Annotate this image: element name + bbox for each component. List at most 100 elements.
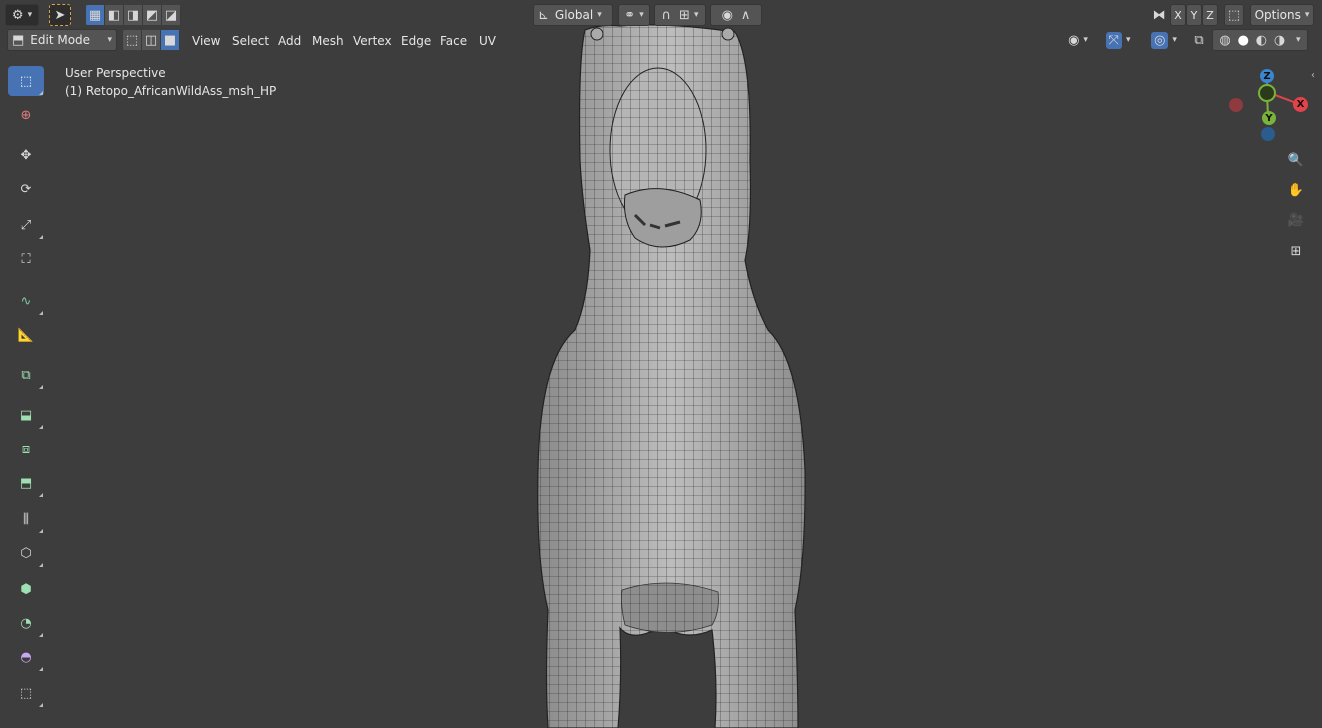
options-dropdown[interactable]: Options ▾ — [1250, 4, 1314, 26]
rendered-shading-icon[interactable]: ◑ — [1274, 34, 1285, 47]
menu-edge[interactable]: Edge — [397, 31, 435, 51]
gizmo-x-axis[interactable]: X — [1293, 97, 1308, 112]
shading-mode-group[interactable]: ◍ ● ◐ ◑ ▾ — [1212, 29, 1308, 51]
orientation-value: Global — [554, 8, 594, 22]
editor-type-button[interactable]: ⚙ ▾ — [5, 4, 39, 26]
select-element-group[interactable]: ⬚ ◫ ■ — [123, 29, 180, 51]
pivot-icon: ⚭ — [624, 7, 636, 23]
gizmo-y-axis[interactable]: Y — [1262, 111, 1276, 125]
shading-options-arrow[interactable]: ▾ — [1296, 35, 1301, 45]
material-shading-icon[interactable]: ◐ — [1256, 34, 1267, 47]
gizmo-neg-x-axis[interactable] — [1229, 98, 1243, 112]
annotate-tool[interactable]: ∿ — [8, 286, 44, 316]
gizmo-icon[interactable]: ⤧ — [1105, 31, 1122, 49]
smooth-tool[interactable]: ◓ — [8, 642, 44, 672]
add-cube-icon: ⧉ — [21, 367, 31, 383]
face-select-icon[interactable]: ■ — [161, 30, 180, 50]
menu-select[interactable]: Select — [228, 31, 273, 51]
proportional-edit-icon[interactable]: ◉ — [722, 9, 733, 22]
edge-select-icon[interactable]: ◫ — [142, 30, 161, 50]
spin-icon: ◔ — [20, 615, 32, 631]
scale-tool[interactable]: ⤢ — [8, 210, 44, 240]
transform-tool[interactable]: ⛶ — [8, 244, 44, 274]
menu-uv[interactable]: UV — [475, 31, 500, 51]
vertex-select-icon[interactable]: ⬚ — [123, 30, 142, 50]
falloff-curve-icon[interactable]: ∧ — [741, 9, 751, 22]
transform-orientation-dropdown[interactable]: ⊾ Global ▾ — [533, 4, 613, 26]
mirror-z-toggle[interactable]: Z — [1202, 4, 1218, 26]
xray-icon: ⧉ — [1194, 32, 1204, 48]
zoom-button[interactable]: 🔍 — [1282, 146, 1310, 174]
poly-build-tool[interactable]: ⬢ — [8, 574, 44, 604]
xray-toggle[interactable]: ⧉ — [1190, 29, 1208, 51]
annotate-icon: ∿ — [20, 293, 32, 309]
edge-slide-tool[interactable]: ⬚ — [8, 678, 44, 708]
move-tool[interactable]: ✥ — [8, 140, 44, 170]
overlays-icon[interactable]: ◎ — [1151, 31, 1169, 49]
measure-tool[interactable]: 📐 — [8, 320, 44, 350]
sidebar-toggle-icon[interactable]: ‹ — [1311, 70, 1315, 81]
mirror-x-toggle[interactable]: X — [1170, 4, 1186, 26]
menu-face[interactable]: Face — [436, 31, 471, 51]
overlays-toggle-group[interactable]: ◎ ▾ — [1144, 29, 1184, 51]
solid-shading-icon[interactable]: ● — [1238, 34, 1249, 47]
visibility-dropdown[interactable]: ◉ ▾ — [1062, 29, 1094, 51]
select-new-icon[interactable]: ▦ — [86, 5, 105, 25]
object-name: (1) Retopo_AfricanWildAss_msh_HP — [65, 84, 277, 98]
pivot-point-dropdown[interactable]: ⚭ ▾ — [618, 4, 650, 26]
cursor-tool[interactable]: ⊕ — [8, 100, 44, 130]
pan-button[interactable]: ✋ — [1282, 176, 1310, 204]
auto-merge-button[interactable]: ⬚ — [1224, 4, 1244, 26]
add-cube-tool[interactable]: ⧉ — [8, 360, 44, 390]
inset-icon: ⧈ — [21, 441, 31, 457]
camera-view-button[interactable]: 🎥 — [1282, 206, 1310, 234]
grid-perspective-icon: ⊞ — [1290, 243, 1302, 259]
3d-viewport[interactable] — [0, 0, 1322, 728]
gizmo-z-axis[interactable]: Z — [1260, 69, 1274, 83]
mirror-y-toggle[interactable]: Y — [1186, 4, 1202, 26]
menu-view[interactable]: View — [188, 31, 224, 51]
gizmo-neg-y-axis[interactable] — [1258, 84, 1276, 102]
menu-mesh[interactable]: Mesh — [308, 31, 348, 51]
extrude-region-tool[interactable]: ⬓ — [8, 400, 44, 430]
select-invert-icon[interactable]: ◩ — [143, 5, 162, 25]
wireframe-shading-icon[interactable]: ◍ — [1219, 34, 1230, 47]
gizmo-neg-z-axis[interactable] — [1261, 127, 1275, 141]
extrude-icon: ⬓ — [19, 407, 33, 423]
snap-magnet-icon[interactable]: ∩ — [662, 9, 672, 22]
mirror-z-label: Z — [1206, 8, 1214, 22]
knife-tool[interactable]: ⬡ — [8, 538, 44, 568]
smooth-icon: ◓ — [20, 649, 32, 665]
proportional-editing-group[interactable]: ◉ ∧ — [710, 4, 762, 26]
mirror-y-label: Y — [1190, 8, 1198, 22]
snap-increment-icon[interactable]: ⊞ — [679, 9, 690, 22]
mirror-icon[interactable]: ⧓ — [1150, 4, 1168, 26]
rotate-tool[interactable]: ⟳ — [8, 174, 44, 204]
cursor-arrow-icon: ➤ — [54, 7, 66, 23]
inset-faces-tool[interactable]: ⧈ — [8, 434, 44, 464]
transform-icon: ⛶ — [21, 251, 31, 267]
select-mode-group[interactable]: ▦ ◧ ◨ ◩ ◪ — [86, 4, 181, 26]
select-tool-header-button[interactable]: ➤ — [49, 4, 71, 26]
select-subtract-icon[interactable]: ◨ — [124, 5, 143, 25]
options-label: Options — [1254, 8, 1301, 22]
select-box-tool[interactable]: ⬚ — [8, 66, 44, 96]
view-name: User Perspective — [65, 66, 166, 80]
bevel-tool[interactable]: ⬒ — [8, 468, 44, 498]
loop-cut-tool[interactable]: ⫼ — [8, 504, 44, 534]
select-extend-icon[interactable]: ◧ — [105, 5, 124, 25]
gizmo-x-label: X — [1296, 99, 1305, 110]
menu-add[interactable]: Add — [274, 31, 305, 51]
snapping-group[interactable]: ∩ ⊞ ▾ — [654, 4, 706, 26]
select-intersect-icon[interactable]: ◪ — [162, 5, 181, 25]
blender-window: ⚙ ▾ ➤ ▦ ◧ ◨ ◩ ◪ ⊾ Global ▾ ⚭ ▾ ∩ ⊞ ▾ ◉ ∧ ⧓ X… — [0, 0, 1322, 728]
gizmo-toggle-group[interactable]: ⤧ ▾ — [1098, 29, 1138, 51]
perspective-toggle-button[interactable]: ⊞ — [1282, 237, 1310, 265]
measure-icon: 📐 — [17, 327, 35, 343]
header-bottom: ⬒ Edit Mode ▾ ⬚ ◫ ■ View Select Add Mesh… — [0, 29, 1322, 54]
hand-icon: ✋ — [1287, 182, 1305, 198]
spin-tool[interactable]: ◔ — [8, 608, 44, 638]
menu-vertex[interactable]: Vertex — [349, 31, 396, 51]
knife-icon: ⬡ — [20, 545, 32, 561]
mode-dropdown[interactable]: ⬒ Edit Mode ▾ — [7, 29, 117, 51]
